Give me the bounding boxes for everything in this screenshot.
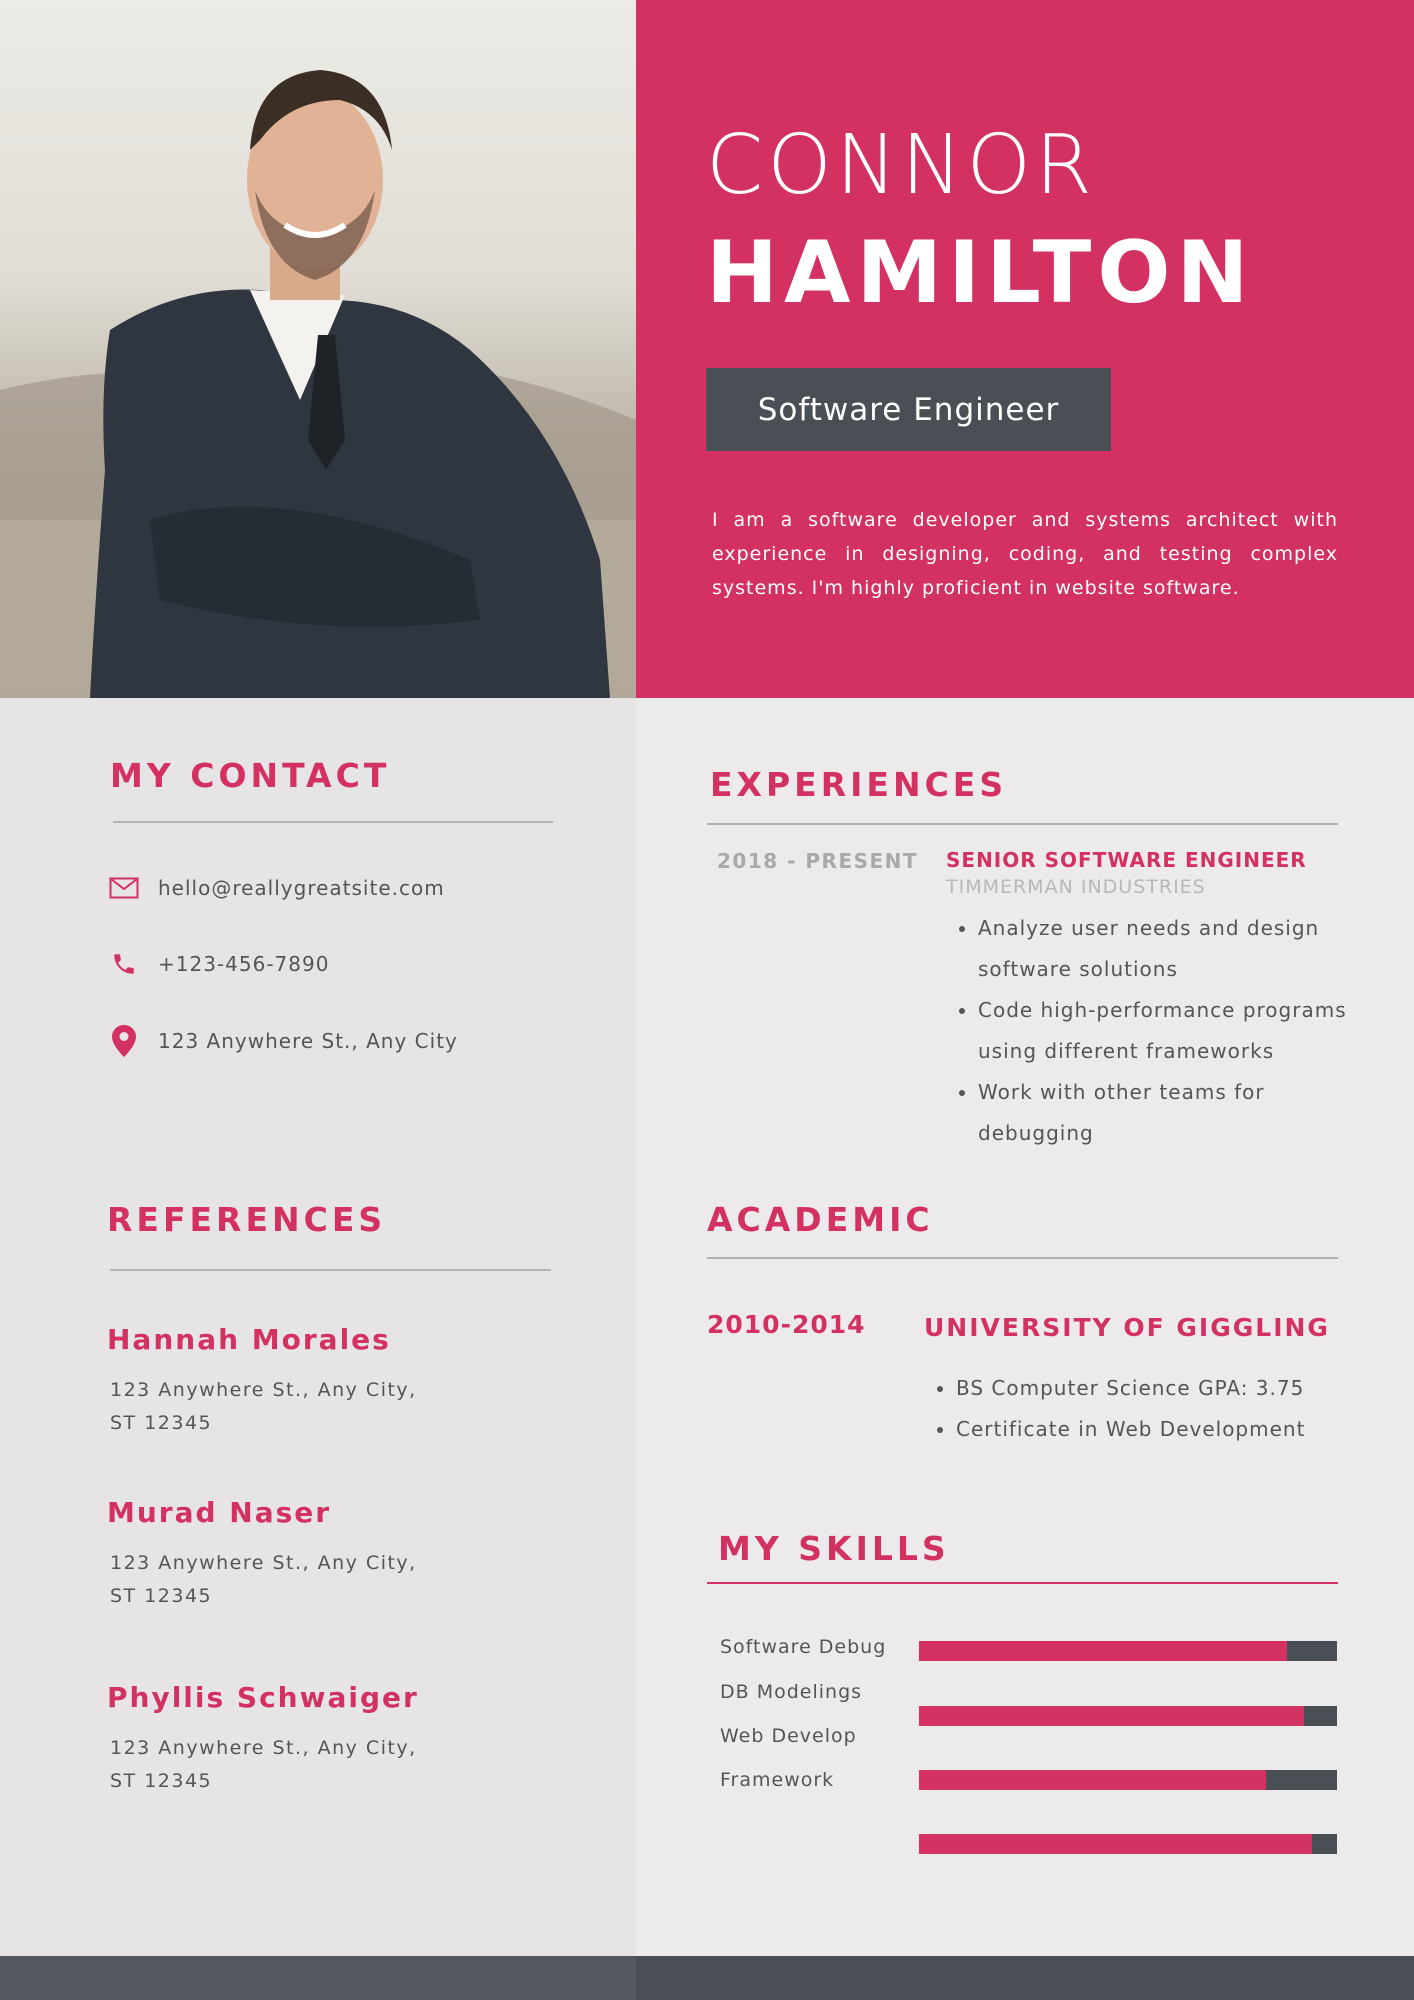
reference-address: 123 Anywhere St., Any City, ST 12345 <box>110 1552 417 1607</box>
experience-dates: 2018 - PRESENT <box>717 849 919 873</box>
list-item: Analyze user needs and design software s… <box>978 908 1378 990</box>
reference-address: 123 Anywhere St., Any City, ST 12345 <box>110 1737 417 1792</box>
envelope-icon <box>108 872 140 904</box>
skills-divider <box>707 1582 1338 1584</box>
contact-address: 123 Anywhere St., Any City <box>158 1029 458 1053</box>
skill-bar-fill <box>919 1706 1304 1726</box>
skill-bar <box>919 1834 1337 1854</box>
references-divider <box>110 1269 551 1271</box>
list-item: Certificate in Web Development <box>956 1409 1376 1450</box>
skill-bar <box>919 1706 1337 1726</box>
list-item: Work with other teams for debugging <box>978 1072 1378 1154</box>
list-item: Code high-performance programs using dif… <box>978 990 1378 1072</box>
academic-school: UNIVERSITY OF GIGGLING <box>924 1313 1330 1342</box>
academic-heading: ACADEMIC <box>707 1200 934 1239</box>
experience-role: SENIOR SOFTWARE ENGINEER <box>946 848 1307 872</box>
list-item: BS Computer Science GPA: 3.75 <box>956 1368 1376 1409</box>
portrait-photo <box>0 0 636 698</box>
skill-bar-fill <box>919 1834 1312 1854</box>
academic-years: 2010-2014 <box>707 1310 866 1339</box>
experiences-heading: EXPERIENCES <box>710 765 1008 804</box>
skills-heading: MY SKILLS <box>718 1529 950 1568</box>
reference-name: Hannah Morales <box>107 1323 391 1356</box>
academic-divider <box>707 1257 1338 1259</box>
contact-phone-row: +123-456-7890 <box>108 948 329 980</box>
contact-email-row: hello@reallygreatsite.com <box>108 872 445 904</box>
first-name: CONNOR <box>706 118 1096 213</box>
experiences-divider <box>707 823 1338 825</box>
skill-bar-fill <box>919 1641 1287 1661</box>
reference-name: Murad Naser <box>107 1496 332 1529</box>
map-pin-icon <box>108 1025 140 1057</box>
skill-label: Web Develop <box>720 1725 857 1747</box>
skill-bar <box>919 1770 1337 1790</box>
contact-heading: MY CONTACT <box>110 756 391 795</box>
experience-company: TIMMERMAN INDUSTRIES <box>946 876 1206 898</box>
skill-label: Framework <box>720 1769 835 1791</box>
contact-divider <box>113 821 553 823</box>
footer-bar-right <box>636 1956 1414 2000</box>
phone-icon <box>108 948 140 980</box>
skill-label: Software Debug <box>720 1636 887 1658</box>
summary: I am a software developer and systems ar… <box>712 509 1338 599</box>
job-title-badge: Software Engineer <box>706 368 1111 451</box>
skill-bar-fill <box>919 1770 1266 1790</box>
skill-bar <box>919 1641 1337 1661</box>
reference-address: 123 Anywhere St., Any City, ST 12345 <box>110 1379 417 1434</box>
reference-name: Phyllis Schwaiger <box>107 1681 419 1714</box>
contact-phone[interactable]: +123-456-7890 <box>158 952 329 976</box>
contact-email[interactable]: hello@reallygreatsite.com <box>158 876 445 900</box>
contact-address-row: 123 Anywhere St., Any City <box>108 1025 458 1057</box>
academic-bullets: BS Computer Science GPA: 3.75 Certificat… <box>924 1368 1376 1450</box>
job-title: Software Engineer <box>757 391 1060 428</box>
experience-bullets: Analyze user needs and design software s… <box>946 908 1378 1154</box>
skill-label: DB Modelings <box>720 1681 863 1703</box>
last-name: HAMILTON <box>706 223 1255 323</box>
footer-bar-left <box>0 1956 636 2000</box>
references-heading: REFERENCES <box>107 1200 387 1239</box>
